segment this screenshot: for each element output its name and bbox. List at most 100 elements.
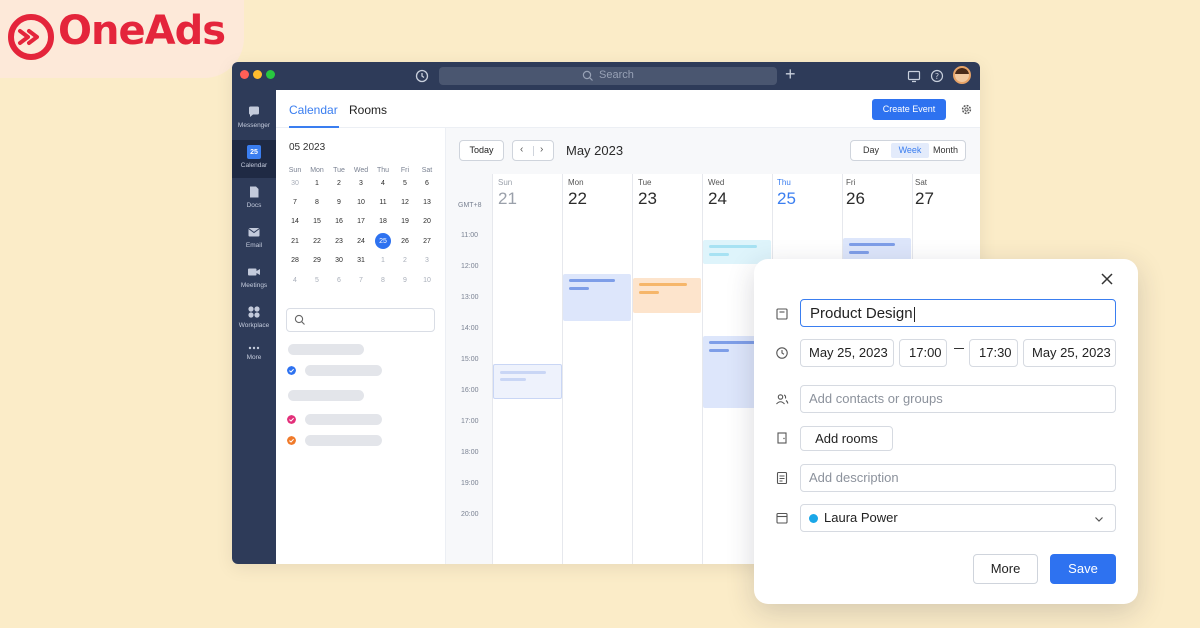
day-column[interactable] [632, 174, 702, 564]
mini-calendar-day[interactable]: 17 [350, 214, 372, 230]
user-avatar[interactable] [953, 66, 971, 84]
nav-email[interactable]: Email [232, 220, 276, 258]
mini-calendar-day[interactable]: 24 [350, 234, 372, 250]
mini-calendar-day[interactable]: 6 [416, 176, 438, 192]
save-button[interactable]: Save [1050, 554, 1116, 584]
mini-calendar-day[interactable]: 3 [350, 176, 372, 192]
nav-more[interactable]: More [232, 336, 276, 374]
mini-calendar-day[interactable]: 3 [416, 253, 438, 269]
view-week[interactable]: Week [891, 143, 929, 158]
today-button[interactable]: Today [459, 140, 504, 161]
view-switcher: Day Week Month [850, 140, 966, 161]
mini-calendar-day[interactable]: 12 [394, 195, 416, 211]
nav-calendar[interactable]: 25 Calendar [232, 140, 276, 178]
mini-calendar-day[interactable]: 1 [372, 253, 394, 269]
mini-calendar-day[interactable]: 30 [328, 253, 350, 269]
mini-calendar-day[interactable]: 16 [328, 214, 350, 230]
mini-calendar-day[interactable]: 13 [416, 195, 438, 211]
end-date-field[interactable]: May 25, 2023 [1023, 339, 1116, 367]
start-time-field[interactable]: 17:00 [899, 339, 947, 367]
mini-calendar-day[interactable]: 5 [394, 176, 416, 192]
mini-calendar-day[interactable]: 27 [416, 234, 438, 250]
mini-calendar-day[interactable]: 21 [284, 234, 306, 250]
mini-calendar-day[interactable]: 31 [350, 253, 372, 269]
history-icon[interactable] [414, 68, 430, 84]
nav-workplace[interactable]: Workplace [232, 300, 276, 338]
checked-calendar-icon[interactable] [287, 415, 296, 424]
calendar-event[interactable] [633, 278, 701, 313]
mini-calendar-day[interactable]: 7 [350, 273, 372, 289]
nav-docs[interactable]: Docs [232, 180, 276, 218]
mini-calendar-day[interactable]: 6 [328, 273, 350, 289]
mini-calendar-day[interactable]: 8 [306, 195, 328, 211]
previous-week-button[interactable]: ‹ [520, 144, 523, 155]
mini-calendar-week: 21 22 23 24 25 26 27 [284, 232, 440, 251]
mini-calendar-day[interactable]: 2 [394, 253, 416, 269]
calendar-item-placeholder [305, 365, 382, 376]
day-date: 24 [708, 189, 727, 208]
day-column[interactable] [562, 174, 632, 564]
calendar-owner-select[interactable]: Laura Power [800, 504, 1116, 532]
mini-calendar-day[interactable]: 8 [372, 273, 394, 289]
mini-calendar-day[interactable]: 14 [284, 214, 306, 230]
weekday-label: Fri [400, 167, 410, 174]
checked-calendar-icon[interactable] [287, 436, 296, 445]
more-icon [248, 346, 260, 350]
next-week-button[interactable]: › [540, 144, 543, 155]
mini-calendar-day[interactable]: 23 [328, 234, 350, 250]
mini-calendar-day[interactable]: 7 [284, 195, 306, 211]
mini-calendar-day[interactable]: 9 [394, 273, 416, 289]
title-icon [776, 308, 788, 320]
close-icon[interactable] [1099, 271, 1115, 287]
mini-calendar-day[interactable]: 30 [284, 176, 306, 192]
mini-calendar-day[interactable]: 26 [394, 234, 416, 250]
settings-gear-icon[interactable] [960, 103, 973, 116]
add-rooms-button[interactable]: Add rooms [800, 426, 893, 451]
mini-calendar-day[interactable]: 1 [306, 176, 328, 192]
global-search-input[interactable]: Search [439, 67, 777, 85]
calendar-event[interactable] [563, 274, 631, 321]
calendar-event[interactable] [843, 238, 911, 260]
view-day[interactable]: Day [863, 145, 879, 155]
mini-calendar-day[interactable]: 15 [306, 214, 328, 230]
mini-calendar-day[interactable]: 19 [394, 214, 416, 230]
create-event-button[interactable]: Create Event [872, 99, 946, 120]
checked-calendar-icon[interactable] [287, 366, 296, 375]
mini-calendar-day[interactable]: 9 [328, 195, 350, 211]
mini-calendar-selected-day[interactable]: 25 [372, 232, 394, 250]
maximize-window-button[interactable] [266, 70, 275, 79]
mini-calendar-day[interactable]: 29 [306, 253, 328, 269]
mini-calendar-day[interactable]: 22 [306, 234, 328, 250]
calendar-event[interactable] [493, 364, 562, 399]
description-input[interactable]: Add description [800, 464, 1116, 492]
more-options-button[interactable]: More [973, 554, 1038, 584]
mini-calendar-day[interactable]: 10 [350, 195, 372, 211]
mini-calendar-day[interactable]: 4 [284, 273, 306, 289]
mini-calendar-day[interactable]: 5 [306, 273, 328, 289]
view-month[interactable]: Month [933, 145, 958, 155]
calendar-search-input[interactable] [286, 308, 435, 332]
nav-workplace-label: Workplace [238, 322, 270, 329]
tab-calendar[interactable]: Calendar [289, 103, 338, 117]
mini-calendar-day[interactable]: 18 [372, 214, 394, 230]
end-time-field[interactable]: 17:30 [969, 339, 1018, 367]
new-plus-icon[interactable]: + [785, 64, 796, 84]
mini-calendar-day[interactable]: 11 [372, 195, 394, 211]
mini-calendar-day[interactable]: 4 [372, 176, 394, 192]
day-name: Sun [498, 178, 513, 187]
mini-calendar-day[interactable]: 28 [284, 253, 306, 269]
start-date-field[interactable]: May 25, 2023 [800, 339, 894, 367]
mini-calendar-day[interactable]: 20 [416, 214, 438, 230]
tab-rooms[interactable]: Rooms [349, 103, 387, 117]
event-title-input[interactable]: Product Design [800, 299, 1116, 327]
screen-share-icon[interactable] [906, 68, 922, 84]
nav-meetings[interactable]: Meetings [232, 260, 276, 298]
mini-calendar-day[interactable]: 2 [328, 176, 350, 192]
close-window-button[interactable] [240, 70, 249, 79]
help-icon[interactable]: ? [929, 68, 945, 84]
nav-messenger[interactable]: Messenger [232, 100, 276, 138]
mini-calendar-day[interactable]: 10 [416, 273, 438, 289]
contacts-input[interactable]: Add contacts or groups [800, 385, 1116, 413]
minimize-window-button[interactable] [253, 70, 262, 79]
nav-calendar-label: Calendar [240, 162, 268, 169]
